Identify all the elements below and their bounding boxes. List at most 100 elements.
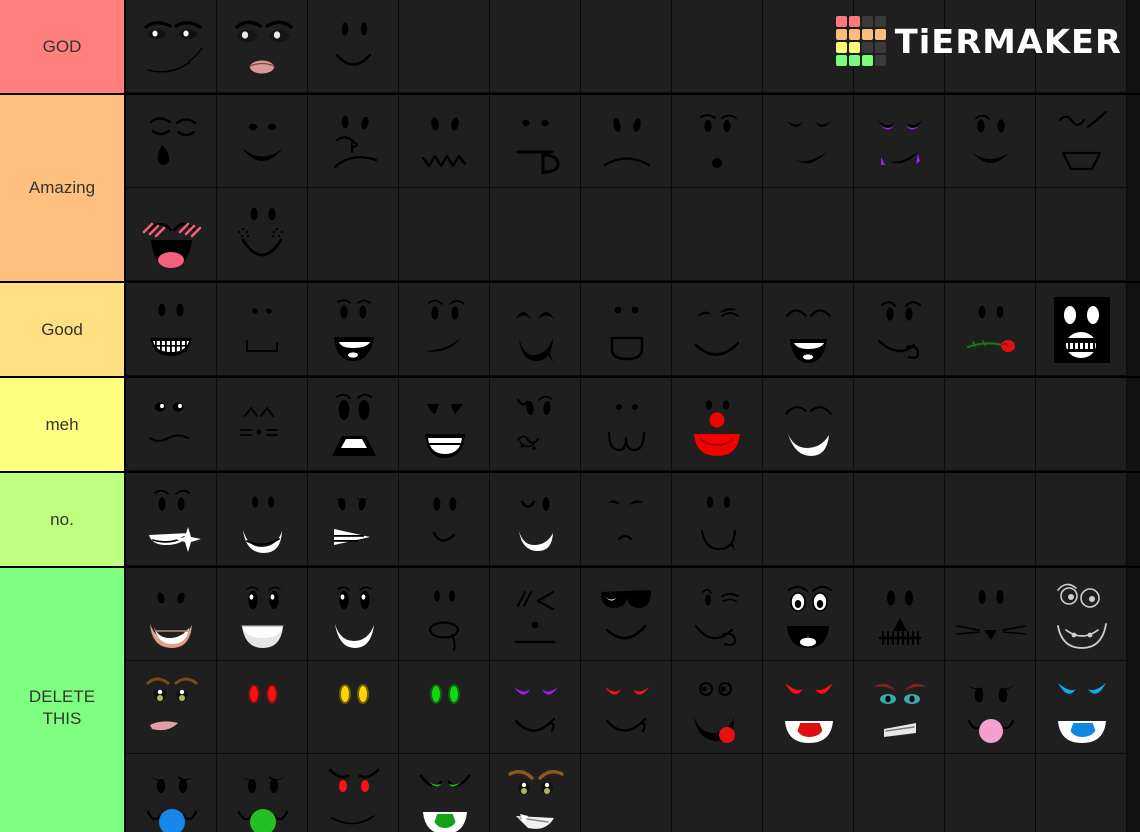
empty-cell[interactable] <box>490 0 581 93</box>
tier-item-squint-eyes-white-smile-face[interactable] <box>490 473 581 566</box>
tier-item-tongue-out-p-face[interactable] <box>490 95 581 188</box>
empty-cell[interactable] <box>308 188 399 281</box>
tier-item-pink-lips-teeth-smile-face[interactable] <box>126 568 217 661</box>
tier-item-sleepy-teardrop-face[interactable] <box>126 95 217 188</box>
tier-item-blue-angry-eyes-vampire-fangs-face[interactable] <box>1036 661 1127 754</box>
empty-cell[interactable] <box>581 188 672 281</box>
empty-cell[interactable] <box>763 754 854 832</box>
tier-item-zombie-screaming-face[interactable] <box>1036 283 1127 376</box>
tier-item-squiggle-eyes-open-mouth-face[interactable] <box>1036 95 1127 188</box>
empty-cell[interactable] <box>1036 188 1127 281</box>
tier-item-raised-eyebrow-smile-face[interactable] <box>945 95 1036 188</box>
empty-cell[interactable] <box>763 473 854 566</box>
empty-cell[interactable] <box>854 754 945 832</box>
tier-item-jack-o-lantern-stitched-face[interactable] <box>854 568 945 661</box>
empty-cell[interactable] <box>945 754 1036 832</box>
tier-item-dot-eyes-w-mouth-face[interactable] <box>581 378 672 471</box>
empty-cell[interactable] <box>1036 0 1127 93</box>
tier-item-arched-eyes-open-smile-face[interactable] <box>490 283 581 376</box>
tier-item-shiny-eyes-white-grin-face[interactable] <box>308 568 399 661</box>
tier-item-winking-sly-smile-face[interactable] <box>672 283 763 376</box>
empty-cell[interactable] <box>945 378 1036 471</box>
empty-cell[interactable] <box>854 378 945 471</box>
tier-item-tongue-out-cheeky-face[interactable] <box>854 283 945 376</box>
empty-cell[interactable] <box>945 473 1036 566</box>
tier-items-container[interactable] <box>126 568 1140 832</box>
tier-item-awkward-squiggle-frown-face[interactable] <box>308 95 399 188</box>
tier-item-happy-teeth-grin-face[interactable] <box>308 283 399 376</box>
empty-cell[interactable] <box>399 188 490 281</box>
tier-item-dot-eyes-balloon-mouth-face[interactable] <box>399 568 490 661</box>
tier-item-dot-eyes-big-smile-face[interactable] <box>217 95 308 188</box>
tier-item-cat-whiskers-tilted-face[interactable] <box>490 378 581 471</box>
tier-item-purple-glowing-eyes-grin-face[interactable] <box>854 95 945 188</box>
tier-item-sunglasses-smirk-face[interactable] <box>581 568 672 661</box>
empty-cell[interactable] <box>581 754 672 832</box>
empty-cell[interactable] <box>490 188 581 281</box>
tier-item-angry-eyes-green-bubble-face[interactable] <box>217 754 308 832</box>
empty-cell[interactable] <box>581 0 672 93</box>
tier-item-angry-eyebrows-smirk-face[interactable] <box>763 95 854 188</box>
tier-items-container[interactable] <box>126 95 1140 281</box>
tier-item-abstract-slash-dot-line-face[interactable] <box>490 568 581 661</box>
tier-item-brown-brows-olive-eyes-fang-smirk-face[interactable] <box>490 754 581 832</box>
tier-item-red-eyes-vampire-fangs-red-mouth-face[interactable] <box>763 661 854 754</box>
empty-cell[interactable] <box>672 0 763 93</box>
tier-item-glowing-green-eyes-face[interactable] <box>399 661 490 754</box>
tier-item-realistic-brown-eyes-smirk-face[interactable] <box>126 0 217 93</box>
tier-item-big-eyes-trapezoid-teeth-face[interactable] <box>308 378 399 471</box>
tier-item-cartoon-white-eyes-open-mouth-face[interactable] <box>763 568 854 661</box>
tier-item-green-eyes-vampire-fangs-face[interactable] <box>399 754 490 832</box>
tier-item-sparkle-tooth-grin-face[interactable] <box>126 473 217 566</box>
empty-cell[interactable] <box>763 0 854 93</box>
tier-label-god[interactable]: GOD <box>0 0 126 93</box>
tier-item-shiny-eyes-white-gradient-smile-face[interactable] <box>217 568 308 661</box>
tier-item-dot-eyes-square-open-mouth-face[interactable] <box>581 283 672 376</box>
tier-item-sad-curved-frown-face[interactable] <box>581 95 672 188</box>
tier-item-closed-happy-eyes-white-grin-face[interactable] <box>763 378 854 471</box>
tier-item-cheerful-side-smile-face[interactable] <box>399 283 490 376</box>
empty-cell[interactable] <box>672 188 763 281</box>
tier-item-braces-smile-face[interactable] <box>126 283 217 376</box>
tier-item-shifty-eyes-wavy-mouth-face[interactable] <box>126 378 217 471</box>
empty-cell[interactable] <box>399 0 490 93</box>
empty-cell[interactable] <box>854 0 945 93</box>
tier-item-sleepy-eyes-wide-teeth-face[interactable] <box>399 378 490 471</box>
tier-label-delete-this[interactable]: DELETE THIS <box>0 568 126 832</box>
tier-label-no[interactable]: no. <box>0 473 126 566</box>
tier-label-amazing[interactable]: Amazing <box>0 95 126 281</box>
empty-cell[interactable] <box>945 188 1036 281</box>
empty-cell[interactable] <box>945 0 1036 93</box>
tier-items-container[interactable] <box>126 283 1140 376</box>
tier-item-realistic-eyes-pink-lips-face[interactable] <box>217 0 308 93</box>
tier-item-closed-eyes-teeth-laugh-face[interactable] <box>763 283 854 376</box>
tier-item-zigzag-mouth-worried-face[interactable] <box>399 95 490 188</box>
empty-cell[interactable] <box>1036 754 1127 832</box>
tier-item-red-clown-nose-mouth-face[interactable] <box>672 378 763 471</box>
tier-item-caret-eyes-equals-mouth-face[interactable] <box>217 378 308 471</box>
empty-cell[interactable] <box>1036 378 1127 471</box>
tier-item-cute-eyes-tongue-out-red-face[interactable] <box>672 661 763 754</box>
tier-items-container[interactable] <box>126 378 1140 471</box>
tier-item-angry-eyes-blue-bubble-face[interactable] <box>126 754 217 832</box>
tier-item-cat-whisker-dot-eyes-face[interactable] <box>945 568 1036 661</box>
tier-item-surprised-dot-mouth-face[interactable] <box>672 95 763 188</box>
tier-item-outlined-goofy-big-eyes-face[interactable] <box>1036 568 1127 661</box>
tier-item-red-eyes-slight-smirk-face[interactable] <box>308 754 399 832</box>
tier-item-angry-brow-wedge-teeth-face[interactable] <box>308 473 399 566</box>
tier-items-container[interactable] <box>126 0 1140 93</box>
tier-items-container[interactable] <box>126 473 1140 566</box>
tier-item-glowing-yellow-eyes-face[interactable] <box>308 661 399 754</box>
tier-item-winking-tongue-out-face[interactable] <box>672 568 763 661</box>
tier-item-blush-lines-laughing-pink-mouth-face[interactable] <box>126 188 217 281</box>
tier-item-purple-angry-eyes-smirk-face[interactable] <box>490 661 581 754</box>
tier-item-angry-red-brows-teal-eyes-grin-face[interactable] <box>854 661 945 754</box>
tier-item-simple-oval-eyes-smile-face[interactable] <box>308 0 399 93</box>
tier-item-glowing-red-eyes-face[interactable] <box>217 661 308 754</box>
tier-item-wide-white-smile-face[interactable] <box>217 473 308 566</box>
tier-item-red-angry-eyes-smirk-face[interactable] <box>581 661 672 754</box>
tier-item-sad-angry-small-frown-face[interactable] <box>581 473 672 566</box>
tier-item-brown-eyebrows-olive-eyes-pink-lips-face[interactable] <box>126 661 217 754</box>
tier-item-simple-eyes-small-smile-face[interactable] <box>399 473 490 566</box>
tier-item-small-dot-eyes-flat-mouth-face[interactable] <box>217 283 308 376</box>
